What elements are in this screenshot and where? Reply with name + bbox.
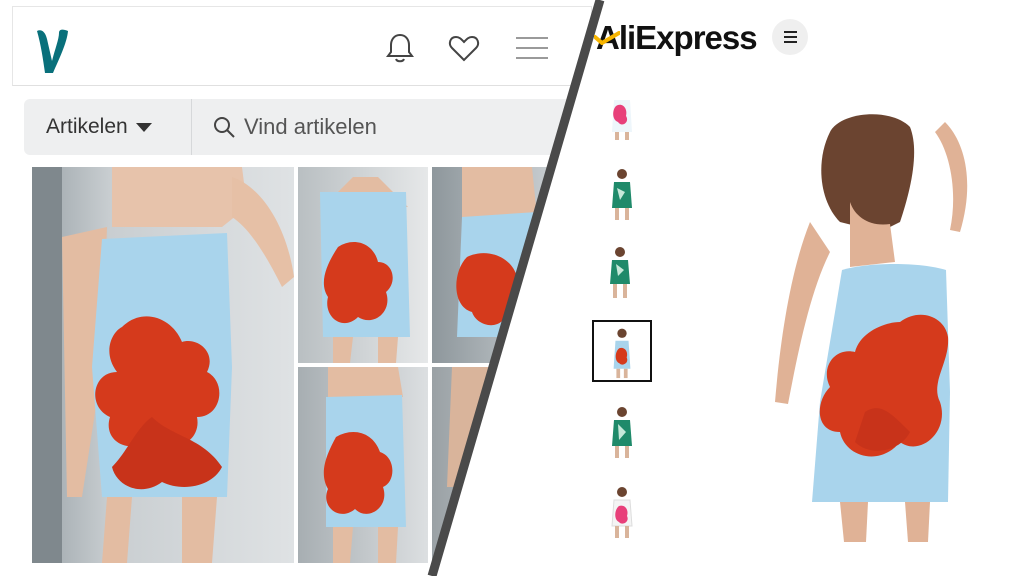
search-icon (214, 117, 235, 138)
photo-grid (32, 167, 592, 567)
vinted-logo[interactable] (35, 25, 71, 77)
product-photo-main[interactable] (32, 167, 294, 563)
category-dropdown[interactable]: Artikelen (24, 99, 192, 155)
bell-icon[interactable] (383, 31, 417, 65)
search-input[interactable] (244, 107, 564, 147)
thumbnail-6[interactable] (592, 482, 652, 540)
swoosh-icon (594, 31, 620, 45)
aliexpress-logo[interactable]: AliExpress (594, 18, 758, 58)
product-main-image[interactable] (770, 112, 990, 552)
thumbnail-2[interactable] (592, 164, 652, 222)
product-photo-5[interactable] (432, 367, 562, 563)
search-bar: Artikelen (24, 99, 584, 155)
thumbnail-3[interactable] (592, 242, 652, 300)
vinted-header (12, 6, 592, 86)
product-photo-3[interactable] (432, 167, 562, 363)
hamburger-menu-icon[interactable] (515, 31, 549, 65)
product-photo-4[interactable] (298, 367, 428, 563)
thumbnail-5[interactable] (592, 402, 652, 460)
thumbnail-list (592, 100, 652, 560)
heart-icon[interactable] (447, 31, 481, 65)
thumbnail-1[interactable] (592, 100, 652, 140)
aliexpress-logo-text: AliExpress (596, 19, 758, 56)
hamburger-menu-icon[interactable] (772, 19, 808, 55)
thumbnail-4-selected[interactable] (592, 320, 652, 382)
category-label: Artikelen (46, 115, 128, 138)
product-photo-2[interactable] (298, 167, 428, 363)
caret-down-icon (135, 122, 152, 132)
